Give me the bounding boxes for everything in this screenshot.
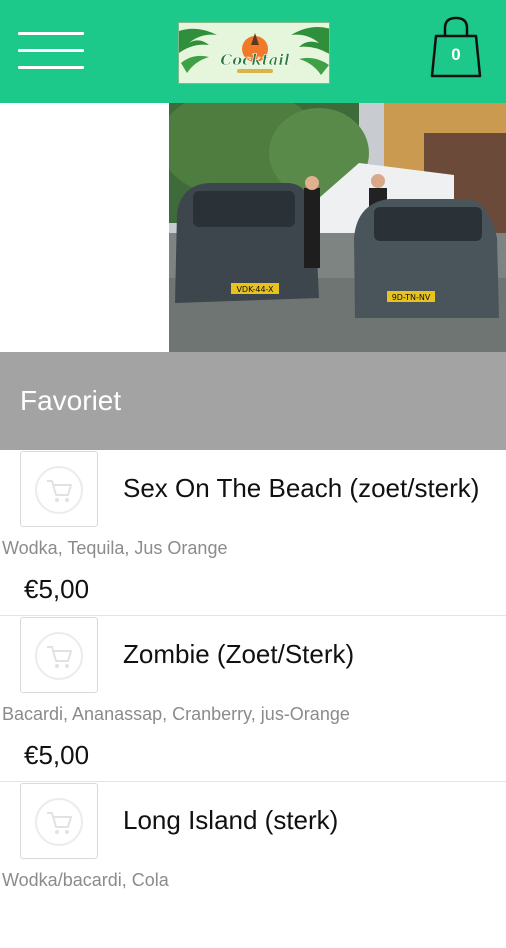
add-to-cart-button[interactable] <box>20 451 98 527</box>
product-list-item: Zombie (Zoet/Sterk) Bacardi, Ananassap, … <box>0 616 506 782</box>
hero-photo: VDK-44-X 9D-TN-NV <box>169 103 506 352</box>
hamburger-menu-button[interactable] <box>18 31 84 71</box>
license-plate-right: 9D-TN-NV <box>392 293 431 302</box>
product-description: Wodka/bacardi, Cola <box>2 870 169 890</box>
product-description: Bacardi, Ananassap, Cranberry, jus-Orang… <box>2 704 350 724</box>
product-list-item: Sex On The Beach (zoet/sterk) Wodka, Teq… <box>0 450 506 616</box>
cart-icon <box>35 798 83 846</box>
product-price: €5,00 <box>24 574 90 604</box>
logo-image: Cocktail <box>179 23 329 83</box>
cart-icon <box>35 632 83 680</box>
shopping-cart-button[interactable]: 0 <box>428 14 484 80</box>
cart-count-badge: 0 <box>451 45 461 64</box>
menu-line-icon <box>18 66 84 69</box>
hero-blank-area <box>0 103 169 352</box>
add-to-cart-button[interactable] <box>20 617 98 693</box>
product-price: €5,00 <box>24 740 90 770</box>
cart-icon <box>35 466 83 514</box>
product-name[interactable]: Long Island (sterk) <box>123 804 338 836</box>
menu-line-icon <box>18 49 84 52</box>
license-plate-left: VDK-44-X <box>236 285 274 294</box>
section-title: Favoriet <box>20 385 122 416</box>
product-list-item: Long Island (sterk) Wodka/bacardi, Cola <box>0 782 506 948</box>
logo-text: Cocktail <box>220 51 290 69</box>
product-name[interactable]: Sex On The Beach (zoet/sterk) <box>123 472 479 504</box>
app-header: Cocktail 0 <box>0 0 506 103</box>
add-to-cart-button[interactable] <box>20 783 98 859</box>
promo-cars-image: VDK-44-X 9D-TN-NV <box>169 103 506 352</box>
brand-logo[interactable]: Cocktail <box>178 22 330 84</box>
menu-line-icon <box>18 32 84 35</box>
product-name[interactable]: Zombie (Zoet/Sterk) <box>123 638 354 670</box>
product-description: Wodka, Tequila, Jus Orange <box>2 538 228 558</box>
